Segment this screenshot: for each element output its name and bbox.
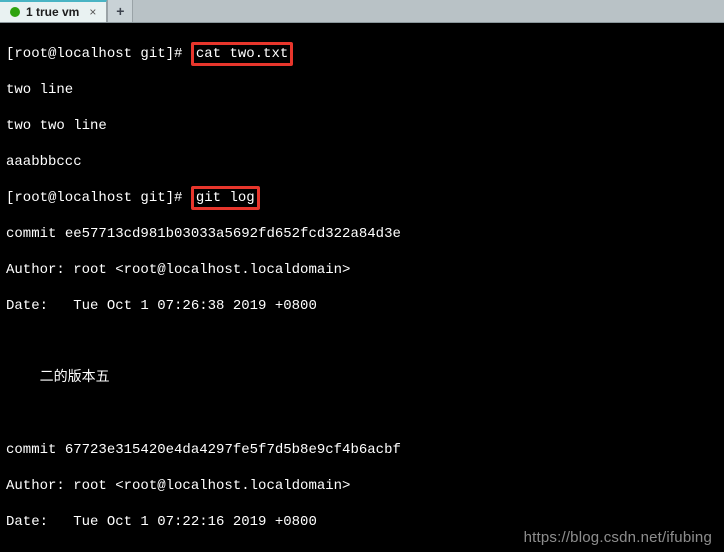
tab-true-vm[interactable]: 1 true vm × xyxy=(0,0,107,22)
date-line: Date: Tue Oct 1 07:26:38 2019 +0800 xyxy=(6,297,718,315)
watermark-text: https://blog.csdn.net/ifubing xyxy=(524,529,712,546)
output-line: two two line xyxy=(6,117,718,135)
tab-label: 1 true vm xyxy=(26,5,79,19)
output-line: two line xyxy=(6,81,718,99)
highlight-cmd-gitlog: git log xyxy=(191,186,260,210)
close-icon[interactable]: × xyxy=(85,5,96,19)
author-line: Author: root <root@localhost.localdomain… xyxy=(6,261,718,279)
new-tab-button[interactable]: + xyxy=(107,0,133,22)
terminal[interactable]: [root@localhost git]# cat two.txt two li… xyxy=(0,23,724,552)
prompt-text: [root@localhost git]# xyxy=(6,190,191,206)
status-dot-icon xyxy=(10,7,20,17)
prompt-line-1: [root@localhost git]# cat two.txt xyxy=(6,45,718,63)
author-line: Author: root <root@localhost.localdomain… xyxy=(6,477,718,495)
commit-hash: ee57713cd981b03033a5692fd652fcd322a84d3e xyxy=(65,226,401,242)
commit-line: commit 67723e315420e4da4297fe5f7d5b8e9cf… xyxy=(6,441,718,459)
commit-hash: 67723e315420e4da4297fe5f7d5b8e9cf4b6acbf xyxy=(65,442,401,458)
commit-message: 二的版本五 xyxy=(6,369,718,387)
commit-line: commit ee57713cd981b03033a5692fd652fcd32… xyxy=(6,225,718,243)
plus-icon: + xyxy=(116,3,124,19)
tab-bar: 1 true vm × + xyxy=(0,0,724,23)
prompt-text: [root@localhost git]# xyxy=(6,46,191,62)
output-line: aaabbbccc xyxy=(6,153,718,171)
highlight-cmd-cat: cat two.txt xyxy=(191,42,293,66)
prompt-line-2: [root@localhost git]# git log xyxy=(6,189,718,207)
blank-line xyxy=(6,333,718,351)
blank-line xyxy=(6,405,718,423)
